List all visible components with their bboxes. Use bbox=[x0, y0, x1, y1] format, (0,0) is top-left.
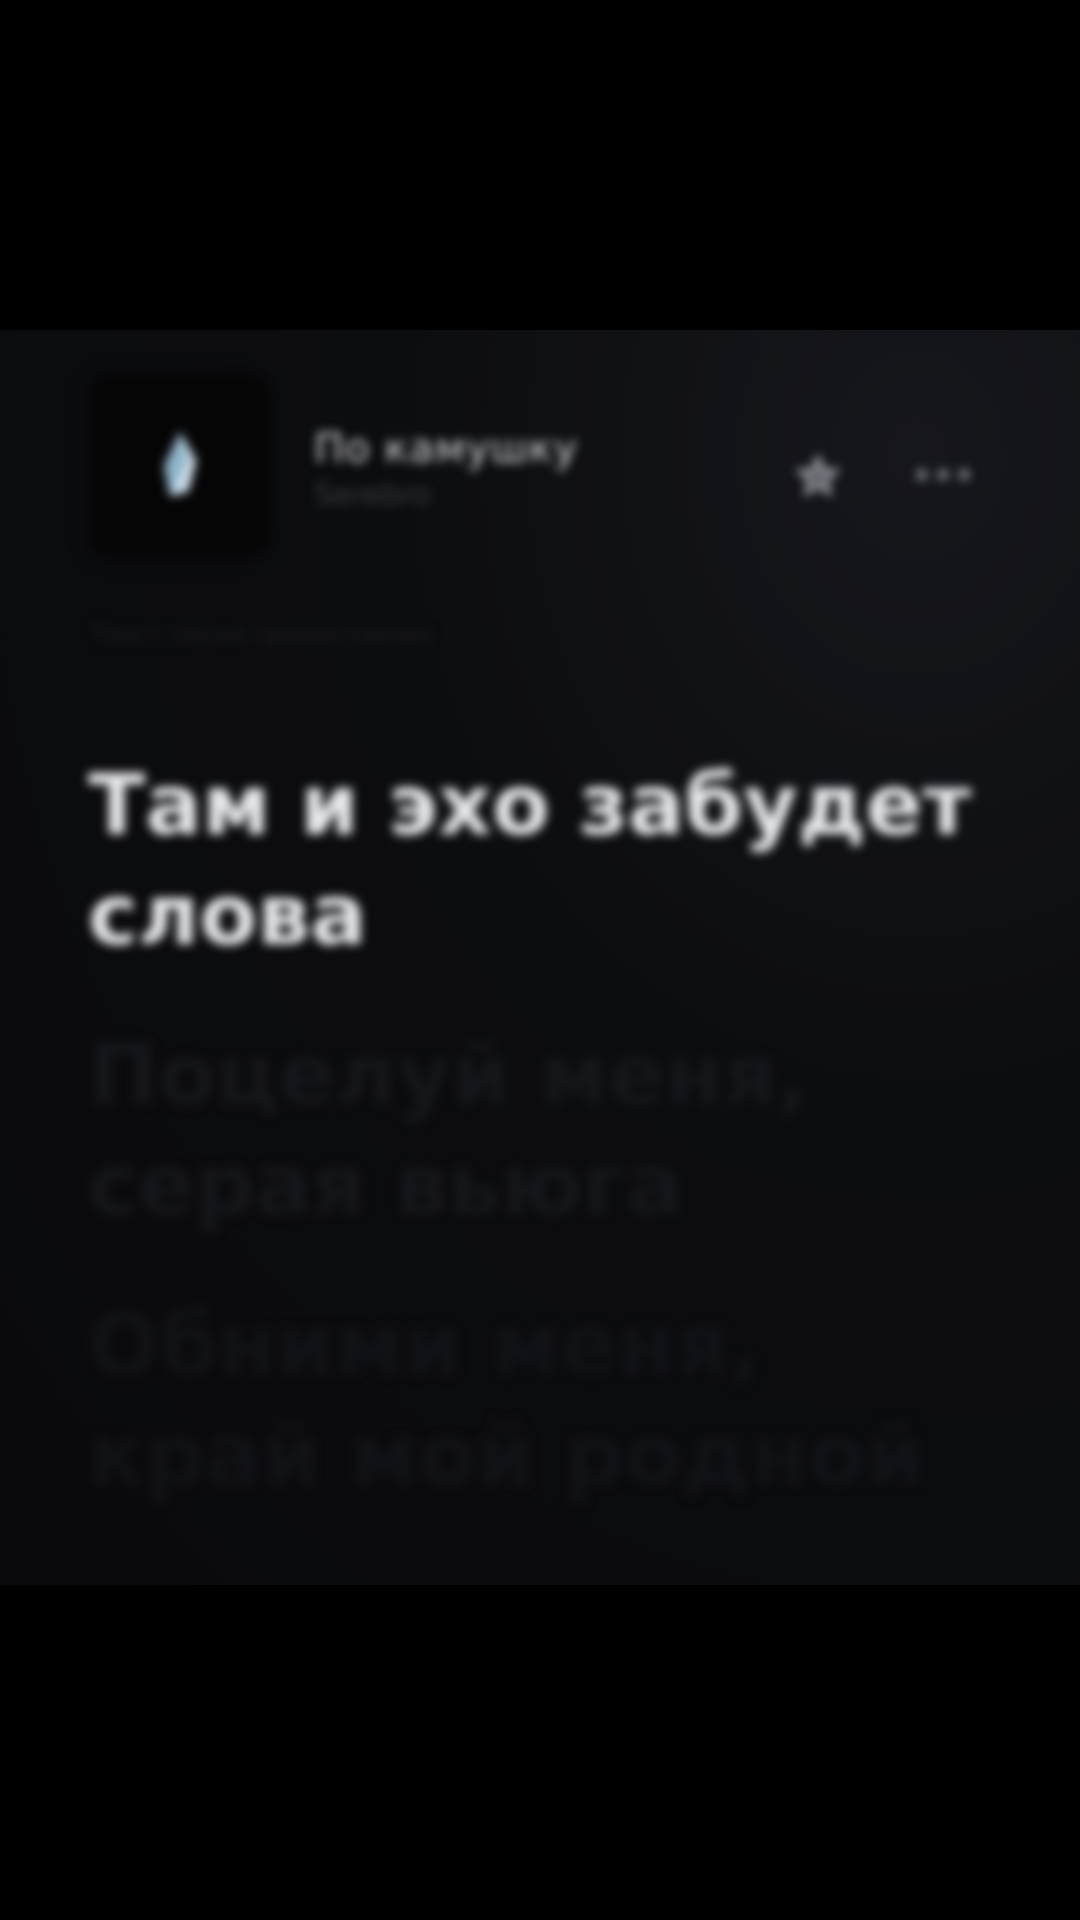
more-dots-icon: ••• bbox=[912, 458, 976, 494]
track-artist[interactable]: Serebro bbox=[314, 478, 578, 513]
track-meta: По камушку Serebro bbox=[314, 426, 578, 513]
track-title[interactable]: По камушку bbox=[314, 426, 578, 472]
track-header: По камушку Serebro ••• bbox=[92, 378, 992, 554]
lyrics-list[interactable]: Там и эхо забудет слова Поцелуй меня, се… bbox=[88, 750, 988, 1560]
lyrics-card: По камушку Serebro ••• Текст песни предо… bbox=[0, 330, 1080, 1585]
favorite-button[interactable] bbox=[782, 440, 854, 512]
star-icon bbox=[795, 453, 841, 497]
album-cover[interactable] bbox=[92, 378, 268, 554]
crystal-icon bbox=[164, 432, 196, 496]
lyric-line-later[interactable]: Обними меня, край мой родной bbox=[88, 1290, 988, 1510]
lyric-line-current[interactable]: Там и эхо забудет слова bbox=[88, 750, 988, 970]
blur-layer: По камушку Serebro ••• Текст песни предо… bbox=[0, 330, 1080, 1585]
lyrics-source: Текст песни предоставлен bbox=[92, 620, 433, 646]
screen: По камушку Serebro ••• Текст песни предо… bbox=[0, 0, 1080, 1920]
more-button[interactable]: ••• bbox=[908, 440, 980, 512]
lyric-line-next[interactable]: Поцелуй меня, серая вьюга bbox=[88, 1020, 988, 1240]
